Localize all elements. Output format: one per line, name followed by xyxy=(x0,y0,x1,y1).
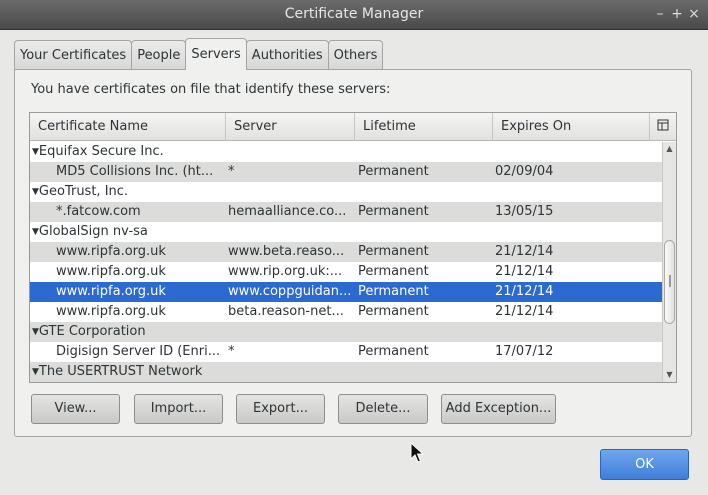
expander-down-icon[interactable]: ▼ xyxy=(32,187,39,197)
tree-group[interactable]: ▼GeoTrust, Inc. xyxy=(30,182,662,202)
cell-expires: 17/07/12 xyxy=(495,344,554,359)
cell-expires: 21/12/14 xyxy=(495,304,554,319)
cell-server: www.rip.org.uk:... xyxy=(228,264,343,279)
window-title: Certificate Manager xyxy=(284,6,424,22)
tree-group[interactable]: ▼Equifax Secure Inc. xyxy=(30,142,662,162)
tree-group[interactable]: ▼GlobalSign nv-sa xyxy=(30,222,662,242)
group-label: GlobalSign nv-sa xyxy=(38,224,148,239)
cell-name: *.fatcow.com xyxy=(56,204,141,219)
add-exception-button[interactable]: Add Exception... xyxy=(441,394,556,424)
ok-button[interactable]: OK xyxy=(600,449,689,480)
scrollbar-thumb[interactable] xyxy=(664,240,675,324)
cell-name: www.ripfa.org.uk xyxy=(56,304,166,319)
tree-header: Certificate Name Server Lifetime Expires… xyxy=(30,113,676,141)
table-row[interactable]: www.ripfa.org.uk www.rip.org.uk:... Perm… xyxy=(30,262,662,282)
export-button[interactable]: Export... xyxy=(236,394,325,424)
cell-lifetime: Permanent xyxy=(358,344,429,359)
view-button[interactable]: View... xyxy=(31,394,120,424)
vertical-scrollbar[interactable]: ▲ ▼ xyxy=(662,142,676,382)
group-label: Equifax Secure Inc. xyxy=(38,144,164,159)
cell-name: www.ripfa.org.uk xyxy=(56,264,166,279)
tab-servers[interactable]: Servers xyxy=(185,38,247,70)
mouse-pointer-icon xyxy=(410,441,425,468)
tab-others[interactable]: Others xyxy=(327,40,384,70)
maximize-icon[interactable]: + xyxy=(669,4,685,24)
expander-down-icon[interactable]: ▼ xyxy=(32,147,39,157)
tree-group[interactable]: ▼The USERTRUST Network xyxy=(30,362,662,382)
expander-down-icon[interactable]: ▼ xyxy=(32,227,39,237)
close-icon[interactable]: × xyxy=(686,4,702,24)
cell-lifetime: Permanent xyxy=(358,244,429,259)
cell-lifetime: Permanent xyxy=(358,304,429,319)
cell-server: hemaalliance.co... xyxy=(228,204,347,219)
cell-server: www.coppguidan... xyxy=(228,284,352,299)
table-row[interactable]: MD5 Collisions Inc. (ht... * Permanent 0… xyxy=(30,162,662,182)
cell-lifetime: Permanent xyxy=(358,164,429,179)
tab-people[interactable]: People xyxy=(131,40,187,70)
tree-group[interactable]: ▼GTE Corporation xyxy=(30,322,662,342)
title-bar: Certificate Manager – + × xyxy=(0,0,708,30)
cell-name: www.ripfa.org.uk xyxy=(56,244,166,259)
cell-server: beta.reason-net... xyxy=(228,304,344,319)
cell-name: MD5 Collisions Inc. (ht... xyxy=(56,164,214,179)
cell-server: * xyxy=(228,164,235,179)
cell-lifetime: Permanent xyxy=(358,204,429,219)
table-row-selected[interactable]: www.ripfa.org.uk www.coppguidan... Perma… xyxy=(30,282,662,302)
column-header-name[interactable]: Certificate Name xyxy=(30,113,226,141)
cell-name: Digisign Server ID (Enri... xyxy=(56,344,221,359)
column-header-expires[interactable]: Expires On xyxy=(493,113,650,141)
cell-server: www.beta.reaso... xyxy=(228,244,345,259)
tab-bar: Your Certificates People Servers Authori… xyxy=(14,38,384,70)
group-label: GeoTrust, Inc. xyxy=(38,184,129,199)
import-button[interactable]: Import... xyxy=(134,394,223,424)
table-row[interactable]: www.ripfa.org.uk www.beta.reaso... Perma… xyxy=(30,242,662,262)
cell-name: www.ripfa.org.uk xyxy=(56,284,166,299)
certificate-tree[interactable]: Certificate Name Server Lifetime Expires… xyxy=(29,112,677,383)
group-label: The USERTRUST Network xyxy=(38,364,203,379)
group-label: GTE Corporation xyxy=(38,324,146,339)
grip-icon xyxy=(669,275,671,287)
cell-expires: 21/12/14 xyxy=(495,284,554,299)
cell-lifetime: Permanent xyxy=(358,264,429,279)
expander-down-icon[interactable]: ▼ xyxy=(32,327,39,337)
column-header-server[interactable]: Server xyxy=(226,113,355,141)
tab-authorities[interactable]: Authorities xyxy=(245,40,329,70)
cell-expires: 21/12/14 xyxy=(495,244,554,259)
delete-button[interactable]: Delete... xyxy=(338,394,428,424)
cell-server: * xyxy=(228,344,235,359)
scroll-up-icon[interactable]: ▲ xyxy=(663,143,676,155)
scroll-down-icon[interactable]: ▼ xyxy=(663,369,676,381)
cell-expires: 21/12/14 xyxy=(495,264,554,279)
expander-down-icon[interactable]: ▼ xyxy=(32,367,39,377)
intro-text: You have certificates on file that ident… xyxy=(31,82,391,97)
cell-expires: 02/09/04 xyxy=(495,164,554,179)
table-row[interactable]: Digisign Server ID (Enri... * Permanent … xyxy=(30,342,662,362)
minimize-icon[interactable]: – xyxy=(652,4,668,24)
table-row[interactable]: *.fatcow.com hemaalliance.co... Permanen… xyxy=(30,202,662,222)
cell-lifetime: Permanent xyxy=(358,284,429,299)
tree-rows: ▼Equifax Secure Inc. MD5 Collisions Inc.… xyxy=(30,142,662,382)
cell-expires: 13/05/15 xyxy=(495,204,554,219)
tab-your-certificates[interactable]: Your Certificates xyxy=(14,40,133,70)
column-picker-icon[interactable] xyxy=(650,113,676,141)
column-header-lifetime[interactable]: Lifetime xyxy=(355,113,493,141)
table-row[interactable]: www.ripfa.org.uk beta.reason-net... Perm… xyxy=(30,302,662,322)
